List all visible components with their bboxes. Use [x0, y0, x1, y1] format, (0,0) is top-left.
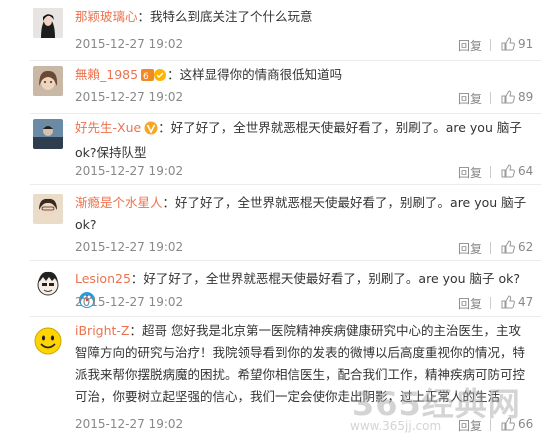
- like-count: 91: [518, 37, 534, 51]
- like-count: 64: [518, 164, 534, 178]
- like-count: 89: [518, 90, 534, 104]
- reply-button[interactable]: 回复: [458, 295, 482, 312]
- timestamp: 2015-12-27 19:02: [75, 295, 184, 309]
- username[interactable]: 好先生-Xue: [75, 120, 141, 135]
- timestamp: 2015-12-27 19:02: [75, 240, 184, 254]
- like-count: 62: [518, 240, 534, 254]
- divider-vertical: [490, 297, 491, 309]
- comment-item: Lesion25：好了好了，全世界就恶棍天使最好看了，别刷了。are you 脑…: [0, 260, 549, 316]
- thumbs-up-icon: [501, 240, 515, 254]
- like-button[interactable]: 64: [501, 164, 533, 178]
- reply-button[interactable]: 回复: [458, 240, 482, 257]
- timestamp: 2015-12-27 19:02: [75, 37, 184, 51]
- comment-item: 好先生-Xue ：好了好了，全世界就恶棍天使最好看了，别刷了。are you 脑子…: [0, 113, 549, 183]
- thumbs-up-icon: [501, 90, 515, 104]
- comment-text: 这样显得你的情商很低知道吗: [179, 67, 343, 82]
- vip-badge-icon: 6: [141, 67, 167, 89]
- thumbs-up-icon: [501, 295, 515, 309]
- like-button[interactable]: 89: [501, 90, 533, 104]
- avatar[interactable]: [33, 326, 63, 356]
- colon: ：: [137, 9, 151, 24]
- reply-button[interactable]: 回复: [458, 90, 482, 107]
- avatar[interactable]: [33, 268, 63, 298]
- like-button[interactable]: 91: [501, 37, 533, 51]
- colon: ：: [129, 323, 143, 338]
- svg-text:6: 6: [143, 72, 149, 82]
- username[interactable]: 那颖玻璃心: [75, 9, 138, 24]
- divider-vertical: [490, 242, 491, 254]
- avatar[interactable]: [33, 66, 63, 96]
- verified-v-icon: [144, 120, 158, 142]
- colon: ：: [130, 271, 144, 286]
- divider-vertical: [490, 166, 491, 178]
- like-button[interactable]: 47: [501, 295, 533, 309]
- like-count: 47: [518, 295, 534, 309]
- comment-item: 渐瘾是个水星人：好了好了，全世界就恶棍天使最好看了，别刷了。are you 脑子…: [0, 184, 549, 260]
- avatar[interactable]: [33, 119, 63, 149]
- username[interactable]: 渐瘾是个水星人: [75, 195, 163, 210]
- divider-vertical: [490, 39, 491, 51]
- comment-text: 好了好了，全世界就恶棍天使最好看了，别刷了。are you 脑子 ok?: [143, 271, 521, 286]
- comment-item: 無賴_1985 6 ：这样显得你的情商很低知道吗 2015-12-27 19:02 …: [0, 60, 549, 116]
- colon: ：: [167, 67, 180, 82]
- avatar[interactable]: [33, 194, 63, 224]
- username[interactable]: Lesion25: [75, 271, 131, 286]
- comment-text: 好了好了，全世界就恶棍天使最好看了，别刷了。are you 脑子 ok?保持队型: [75, 120, 522, 160]
- colon: ：: [158, 120, 171, 135]
- avatar[interactable]: [33, 8, 63, 38]
- reply-button[interactable]: 回复: [458, 37, 482, 54]
- timestamp: 2015-12-27 19:02: [75, 90, 184, 104]
- username[interactable]: 無賴_1985: [75, 67, 138, 82]
- like-button[interactable]: 62: [501, 240, 533, 254]
- timestamp: 2015-12-27 19:02: [75, 417, 184, 431]
- comment-item: 那颖玻璃心：我特么到底关注了个什么玩意 2015-12-27 19:02 回复 …: [0, 0, 549, 60]
- thumbs-up-icon: [501, 164, 515, 178]
- comment-text: 我特么到底关注了个什么玩意: [150, 9, 313, 24]
- username[interactable]: iBright-Z: [75, 323, 130, 338]
- thumbs-up-icon: [501, 37, 515, 51]
- colon: ：: [162, 195, 176, 210]
- comment-list: 那颖玻璃心：我特么到底关注了个什么玩意 2015-12-27 19:02 回复 …: [0, 0, 549, 442]
- reply-button[interactable]: 回复: [458, 164, 482, 181]
- timestamp: 2015-12-27 19:02: [75, 164, 184, 178]
- watermark-url: www.365jj.com: [350, 419, 442, 433]
- divider-vertical: [490, 92, 491, 104]
